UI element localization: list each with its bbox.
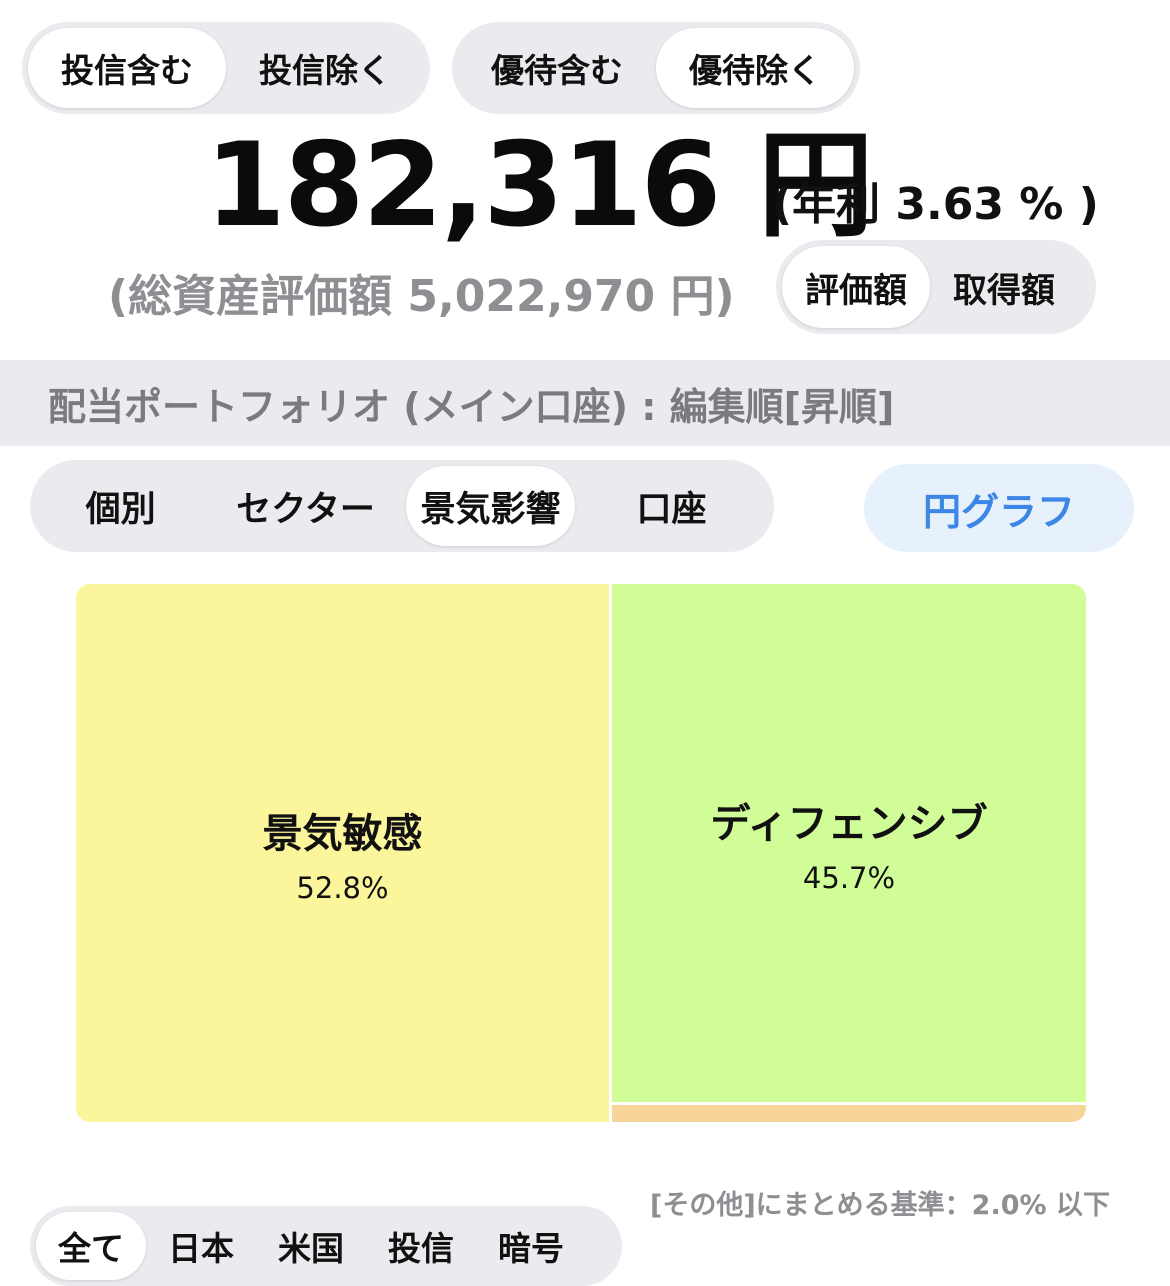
tab-funds[interactable]: 投信 <box>366 1212 476 1280</box>
value-basis-toggle: 評価額 取得額 <box>776 240 1096 334</box>
yutai-include-option[interactable]: 優待含む <box>458 28 656 108</box>
tab-japan[interactable]: 日本 <box>146 1212 256 1280</box>
acquisition-option[interactable]: 取得額 <box>930 246 1078 328</box>
region-tabs: 全て 日本 米国 投信 暗号 <box>30 1206 622 1286</box>
tab-economic-impact[interactable]: 景気影響 <box>405 466 576 546</box>
treemap-tile-1[interactable]: ディフェンシブ 45.7% <box>612 584 1086 1102</box>
fund-include-option[interactable]: 投信含む <box>28 28 226 108</box>
valuation-option[interactable]: 評価額 <box>782 246 930 328</box>
yutai-toggle: 優待含む 優待除く <box>452 22 860 114</box>
fund-toggle: 投信含む 投信除く <box>22 22 430 114</box>
tab-all[interactable]: 全て <box>36 1212 146 1280</box>
tab-us[interactable]: 米国 <box>256 1212 366 1280</box>
other-threshold-note: [その他]にまとめる基準：2.0% 以下 <box>650 1190 1110 1221</box>
treemap-tile-2[interactable] <box>612 1105 1086 1122</box>
treemap-tile-label: 景気敏感 <box>262 811 423 857</box>
portfolio-header[interactable]: 配当ポートフォリオ (メイン口座) : 編集順[昇順] <box>0 360 1170 446</box>
treemap-tile-0[interactable]: 景気敏感 52.8% <box>76 584 609 1122</box>
fund-exclude-option[interactable]: 投信除く <box>226 28 424 108</box>
tab-account[interactable]: 口座 <box>575 466 768 546</box>
treemap-tile-percent: 45.7% <box>802 861 896 895</box>
category-tabs: 個別 セクター 景気影響 口座 <box>30 460 774 552</box>
tab-crypto[interactable]: 暗号 <box>476 1212 586 1280</box>
pie-chart-button[interactable]: 円グラフ <box>864 464 1134 552</box>
annual-yield: (年利 3.63 % ) <box>772 179 1099 230</box>
treemap-tile-percent: 52.8% <box>296 871 389 905</box>
tab-sector[interactable]: セクター <box>205 466 406 546</box>
yutai-exclude-option[interactable]: 優待除く <box>656 28 854 108</box>
total-assets-value: (総資産評価額 5,022,970 円) <box>108 271 735 322</box>
treemap-tile-label: ディフェンシブ <box>710 801 988 847</box>
tab-individual[interactable]: 個別 <box>36 466 205 546</box>
treemap-chart: 景気敏感 52.8% ディフェンシブ 45.7% <box>76 584 1086 1122</box>
portfolio-title: 配当ポートフォリオ (メイン口座) : 編集順[昇順] <box>48 384 895 429</box>
